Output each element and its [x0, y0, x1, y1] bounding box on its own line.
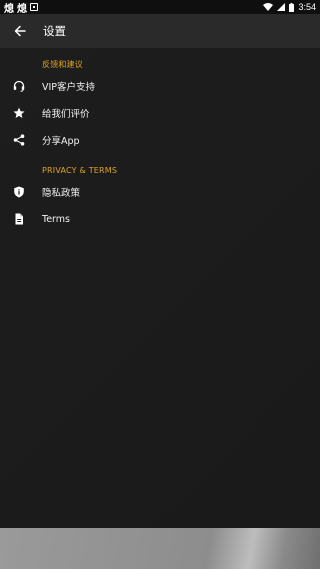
wifi-icon — [263, 3, 274, 11]
notification-icon: 熄 — [17, 3, 27, 15]
signal-icon — [277, 3, 286, 11]
privacy-policy-label: 隐私政策 — [42, 188, 81, 199]
notification-icon: 熄 — [4, 3, 14, 15]
privacy-policy-item[interactable]: 隐私政策 — [0, 179, 320, 205]
app-bar: 设置 — [0, 14, 320, 48]
rate-us-label: 给我们评价 — [42, 109, 90, 120]
share-icon — [13, 134, 25, 146]
section-header-feedback: 反馈和建议 — [42, 60, 83, 69]
share-app-label: 分享App — [42, 136, 80, 147]
shield-icon — [14, 186, 24, 198]
page-title: 设置 — [43, 24, 66, 38]
settings-list: 反馈和建议 VIP客户支持 给我们评价 分享App PRIVACY & TERM… — [0, 48, 320, 528]
bottom-background — [0, 528, 320, 569]
star-icon — [13, 107, 25, 118]
terms-label: Terms — [42, 213, 70, 225]
rate-us-item[interactable]: 给我们评价 — [0, 100, 320, 126]
status-bar: 熄 熄 3:54 — [0, 0, 320, 15]
clock: 3:54 — [298, 2, 316, 12]
settings-screen: 熄 熄 3:54 设置 反馈和建议 VIP客户支持 给我们评价 分享App PR… — [0, 0, 320, 569]
battery-icon — [289, 2, 295, 12]
terms-item[interactable]: Terms — [0, 206, 320, 232]
share-app-item[interactable]: 分享App — [0, 127, 320, 153]
vip-support-item[interactable]: VIP客户支持 — [0, 73, 320, 99]
section-header-privacy: PRIVACY & TERMS — [42, 166, 118, 175]
system-icons: 3:54 — [263, 2, 316, 12]
notification-icons: 熄 熄 — [4, 0, 38, 15]
vip-support-label: VIP客户支持 — [42, 82, 96, 93]
document-icon — [15, 213, 23, 225]
app-notification-icon — [30, 3, 38, 11]
headset-icon — [13, 80, 25, 92]
back-button[interactable] — [0, 14, 40, 48]
arrow-back-icon — [14, 25, 26, 37]
